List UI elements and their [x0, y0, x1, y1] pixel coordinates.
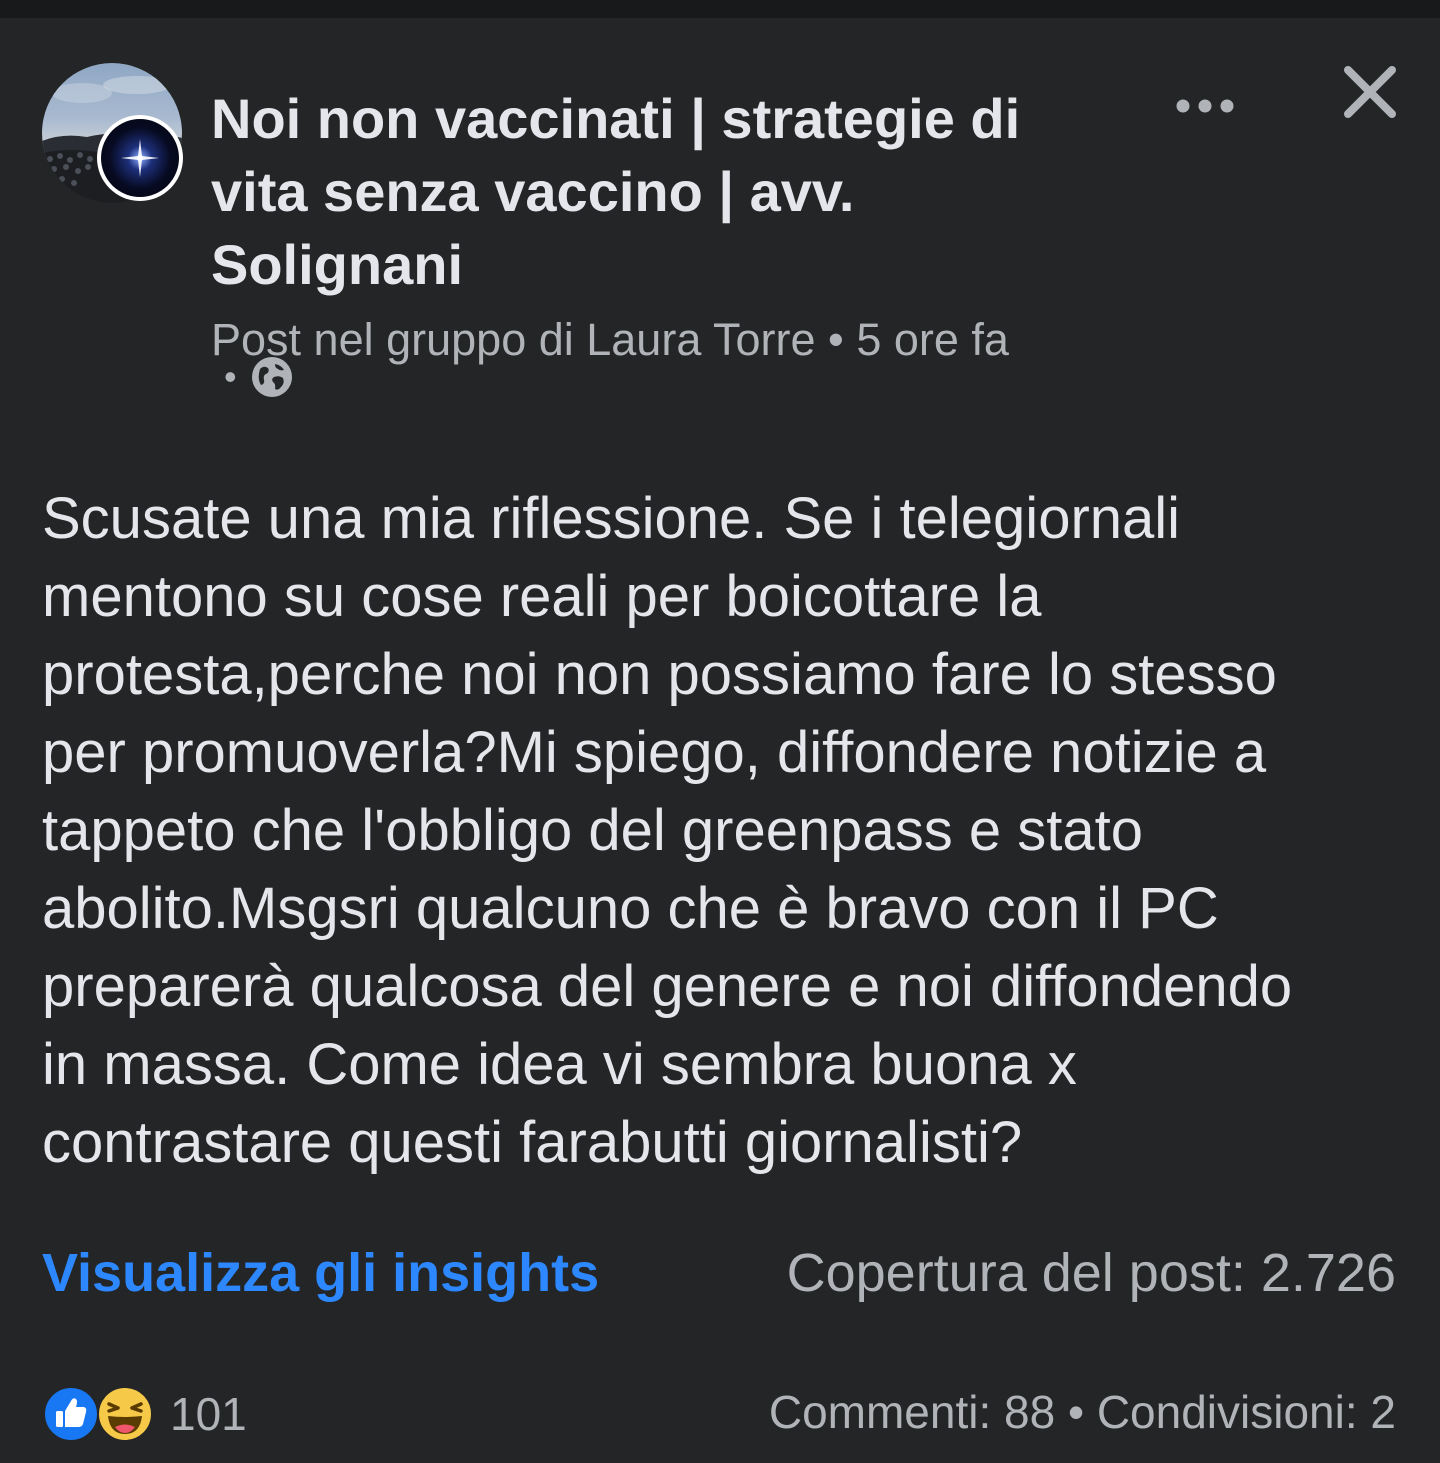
- user-avatar-image: [101, 119, 179, 197]
- haha-icon: [97, 1386, 153, 1442]
- close-icon: [1344, 66, 1396, 118]
- close-button[interactable]: [1336, 58, 1404, 126]
- post-text-line: tappeto che l'obbligo del greenpass e st…: [42, 798, 1143, 863]
- reaction-icons: [42, 1386, 156, 1442]
- post-text-line: protesta,perche noi non possiamo fare lo…: [42, 642, 1277, 707]
- group-name-line: vita senza vaccino | avv.: [211, 160, 855, 223]
- post-reach: Copertura del post: 2.726: [786, 1243, 1396, 1303]
- post-text-line: in massa. Come idea vi sembra buona x: [42, 1032, 1077, 1097]
- reactions-count: 101: [170, 1388, 247, 1440]
- separator-dot: •: [224, 356, 237, 397]
- post-card: Noi non vaccinati | strategie di vita se…: [0, 18, 1440, 1463]
- post-stats[interactable]: Commenti: 88 • Condivisioni: 2: [769, 1384, 1396, 1440]
- avatar[interactable]: [42, 63, 187, 208]
- post-meta: Post nel gruppo di Laura Torre • 5 ore f…: [211, 314, 1009, 365]
- post-text-line: Scusate una mia riflessione. Se i telegi…: [42, 486, 1181, 551]
- view-insights-link[interactable]: Visualizza gli insights: [42, 1240, 599, 1306]
- more-options-button[interactable]: [1172, 88, 1238, 124]
- post-text-line: preparerà qualcosa del genere e noi diff…: [42, 954, 1293, 1019]
- more-options-icon: [1176, 99, 1234, 113]
- group-name-line: Solignani: [211, 233, 463, 296]
- globe-icon[interactable]: [251, 356, 293, 398]
- post-text-line: per promuoverla?Mi spiego, diffondere no…: [42, 720, 1267, 785]
- user-avatar: [97, 115, 183, 201]
- post-text: Scusate una mia riflessione. Se i telegi…: [42, 480, 1402, 1182]
- post-text-line: mentono su cose reali per boicottare la: [42, 564, 1042, 629]
- reactions-summary[interactable]: 101: [42, 1386, 247, 1442]
- group-name-line: Noi non vaccinati | strategie di: [211, 87, 1021, 150]
- post-text-line: abolito.Msgsri qualcuno che è bravo con …: [42, 876, 1219, 941]
- group-name[interactable]: Noi non vaccinati | strategie di vita se…: [211, 82, 1111, 301]
- post-text-line: contrastare questi farabutti giornalisti…: [42, 1110, 1023, 1175]
- post-meta-privacy: •: [224, 356, 293, 398]
- like-icon: [43, 1386, 99, 1442]
